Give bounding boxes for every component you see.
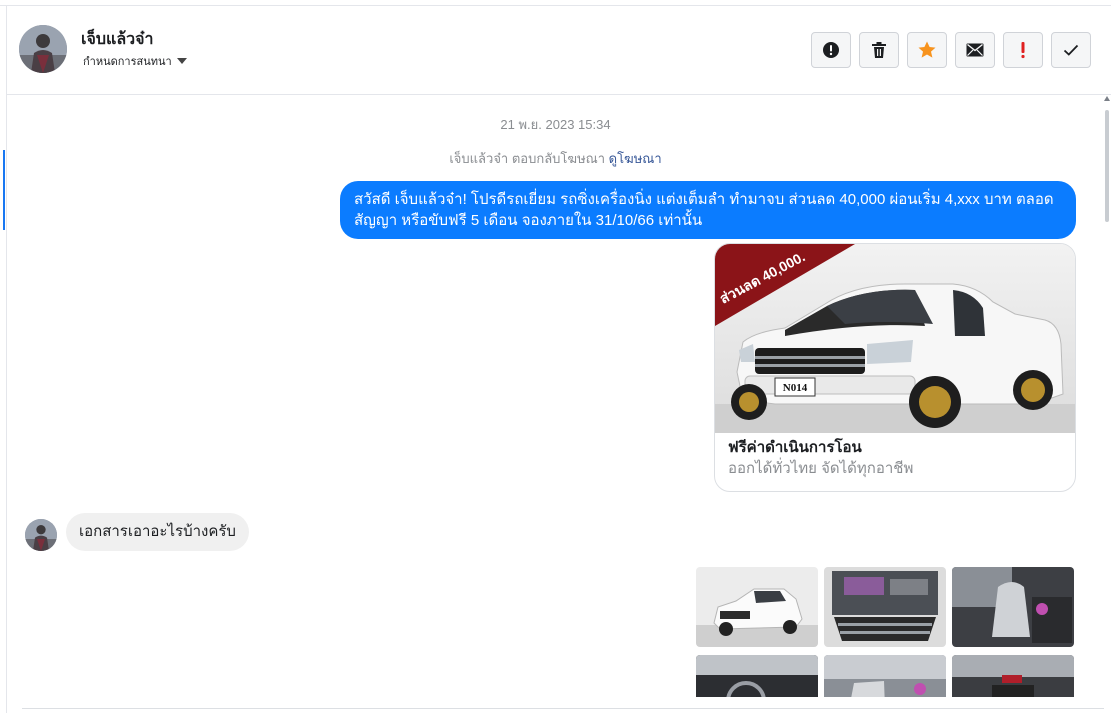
gallery-photo-truck-front-icon[interactable] xyxy=(696,567,818,647)
ad-reply-text: เจ็บแล้วจ๋า ตอบกลับโฆษณา xyxy=(449,151,605,166)
important-button[interactable] xyxy=(1003,32,1043,68)
gallery-photo-dashboard-icon[interactable] xyxy=(696,655,818,697)
gallery-photo-interior-icon[interactable] xyxy=(824,655,946,697)
alert-circle-icon xyxy=(823,42,839,58)
person-photo-icon xyxy=(25,519,57,551)
ad-subtitle: ออกได้ทั่วไทย จัดได้ทุกอาชีพ xyxy=(728,460,914,477)
message-timestamp: 21 พ.ย. 2023 15:34 xyxy=(500,117,611,132)
done-button[interactable] xyxy=(1051,32,1091,68)
exclamation-icon xyxy=(1021,42,1025,59)
gallery-photo-console-icon[interactable] xyxy=(952,655,1074,697)
scroll-up-icon[interactable] xyxy=(1104,96,1110,101)
ad-car-photo-icon[interactable]: ส่วนลด 40,000. N014 xyxy=(715,244,1076,433)
top-edge xyxy=(0,0,1111,6)
ad-plate-text: N014 xyxy=(783,382,808,394)
star-icon xyxy=(918,41,936,58)
trash-icon xyxy=(872,42,886,58)
person-photo-icon xyxy=(19,25,67,73)
envelope-icon xyxy=(966,43,984,57)
assign-conversation-dropdown[interactable]: กำหนดการสนทนา xyxy=(83,52,187,70)
contact-name[interactable]: เจ็บแล้วจ๋า xyxy=(81,27,153,52)
conversation-header: เจ็บแล้วจ๋า กำหนดการสนทนา xyxy=(7,7,1111,95)
delete-button[interactable] xyxy=(859,32,899,68)
ad-reply-note: เจ็บแล้วจ๋า ตอบกลับโฆษณา ดูโฆษณา xyxy=(0,148,1111,169)
gallery-photo-seat-icon[interactable] xyxy=(952,567,1074,647)
composer-divider xyxy=(22,708,1104,709)
messenger-conversation-window: เจ็บแล้วจ๋า กำหนดการสนทนา 21 พ.ย. 2023 1… xyxy=(0,0,1111,713)
left-frame xyxy=(6,6,7,713)
gallery-photo-engine-icon[interactable] xyxy=(824,567,946,647)
star-button[interactable] xyxy=(907,32,947,68)
photo-gallery xyxy=(696,567,1076,697)
assign-label: กำหนดการสนทนา xyxy=(83,56,172,68)
caret-down-icon xyxy=(176,58,187,64)
ad-card[interactable]: ส่วนลด 40,000. N014 ฟรีค่าดำเนินการโอน อ… xyxy=(714,243,1076,492)
check-icon xyxy=(1063,44,1079,56)
spam-button[interactable] xyxy=(811,32,851,68)
incoming-message-bubble[interactable]: เอกสารเอาอะไรบ้างครับ xyxy=(66,513,249,551)
message-scrollbar[interactable] xyxy=(1103,96,1111,696)
mark-unread-button[interactable] xyxy=(955,32,995,68)
header-actions xyxy=(811,32,1091,68)
avatar[interactable] xyxy=(19,25,67,73)
contact-avatar-small[interactable] xyxy=(25,519,57,551)
view-ad-link[interactable]: ดูโฆษณา xyxy=(609,151,662,166)
outgoing-message-bubble[interactable]: สวัสดี เจ็บแล้วจ๋า! โปรดีรถเยี่ยม รถซิ่ง… xyxy=(340,181,1076,239)
